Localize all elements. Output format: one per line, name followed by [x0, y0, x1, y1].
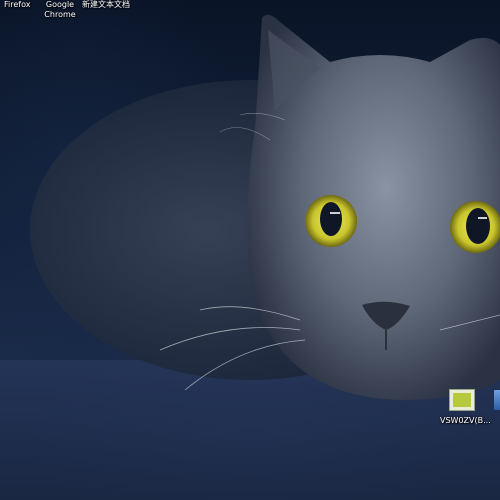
image-file-icon	[449, 389, 475, 411]
desktop-icon-firefox[interactable]: Firefox	[0, 0, 38, 10]
desktop-icon-new-text-document[interactable]: 新建文本文档	[82, 0, 130, 10]
cat-pupil-left	[320, 202, 342, 236]
cat-wallpaper	[0, 14, 500, 500]
desktop-file-icon[interactable]: VSW0ZV(B...	[440, 389, 494, 429]
desktop-icon-chrome-label-line2: Chrome	[44, 10, 76, 19]
desktop-file-label: VSW0ZV(B...	[440, 416, 491, 425]
partial-desktop-icon[interactable]	[494, 390, 500, 410]
desktop-icon-new-text-document-label: 新建文本文档	[82, 0, 130, 9]
desktop-icon-chrome[interactable]: Google Chrome	[40, 0, 80, 20]
desktop-icon-firefox-label: Firefox	[4, 0, 31, 9]
desktop: Firefox Google Chrome 新建文本文档 VSW0ZV(B...	[0, 0, 500, 500]
cat-pupil-right	[466, 208, 490, 244]
desktop-icon-chrome-label-line1: Google	[45, 0, 75, 9]
